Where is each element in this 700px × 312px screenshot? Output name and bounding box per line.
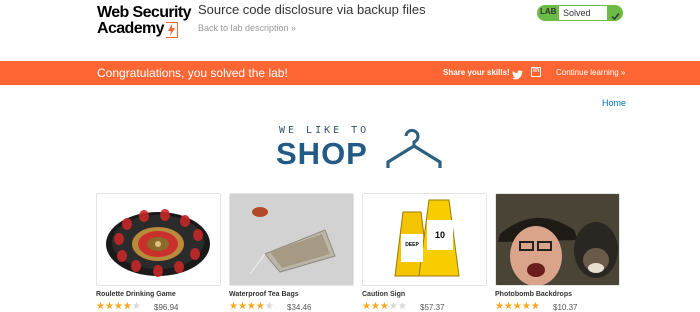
lab-title: Source code disclosure via backup files <box>198 2 426 17</box>
product-price: $34.46 <box>287 303 312 312</box>
hero-line1: WE LIKE TO <box>279 125 370 136</box>
share-skills-label: Share your skills! <box>443 68 510 77</box>
product-image-roulette[interactable] <box>96 193 221 286</box>
solved-message: Congratulations, you solved the lab! <box>97 66 288 80</box>
lab-status-widget: LAB Solved <box>537 5 623 21</box>
home-link[interactable]: Home <box>602 98 626 108</box>
product-price: $57.37 <box>420 303 445 312</box>
product-image-photobomb[interactable] <box>495 193 620 286</box>
star-rating: ★★★★★ <box>495 301 540 312</box>
web-security-academy-logo[interactable]: Web Security Academy <box>97 4 191 40</box>
product-name: Caution Sign <box>362 291 406 298</box>
star-rating: ★★★★★ <box>362 301 407 312</box>
svg-text:10: 10 <box>435 230 445 240</box>
lab-status-tag: LAB <box>540 7 557 16</box>
we-like-to-shop-banner: WE LIKE TO SHOP <box>276 123 442 173</box>
lab-status-value: Solved <box>559 6 607 20</box>
logo-bolt-icon <box>166 22 178 38</box>
logo-line2: Academy <box>97 20 165 37</box>
star-rating: ★★★★★ <box>96 301 141 312</box>
svg-text:DEEP: DEEP <box>405 242 419 248</box>
header: Web Security Academy Source code disclos… <box>0 0 700 61</box>
product-name: Waterproof Tea Bags <box>229 291 299 298</box>
product-image-caution-sign[interactable]: DEEP 10 <box>362 193 487 286</box>
hero-line2: SHOP <box>276 136 368 171</box>
product-name: Roulette Drinking Game <box>96 291 176 298</box>
product-price: $10.37 <box>553 303 578 312</box>
twitter-icon[interactable] <box>512 67 523 85</box>
hanger-icon <box>382 126 442 175</box>
solved-check-icon <box>611 8 620 26</box>
product-image-tea-bags[interactable] <box>229 193 354 286</box>
continue-learning-link[interactable]: Continue learning » <box>556 68 625 77</box>
back-to-lab-description-link[interactable]: Back to lab description » <box>198 23 296 33</box>
linkedin-icon[interactable]: in <box>531 67 541 77</box>
solved-banner: Congratulations, you solved the lab! Sha… <box>0 61 700 85</box>
product-price: $96.94 <box>154 303 179 312</box>
product-name: Photobomb Backdrops <box>495 291 573 298</box>
star-rating: ★★★★★ <box>229 301 274 312</box>
